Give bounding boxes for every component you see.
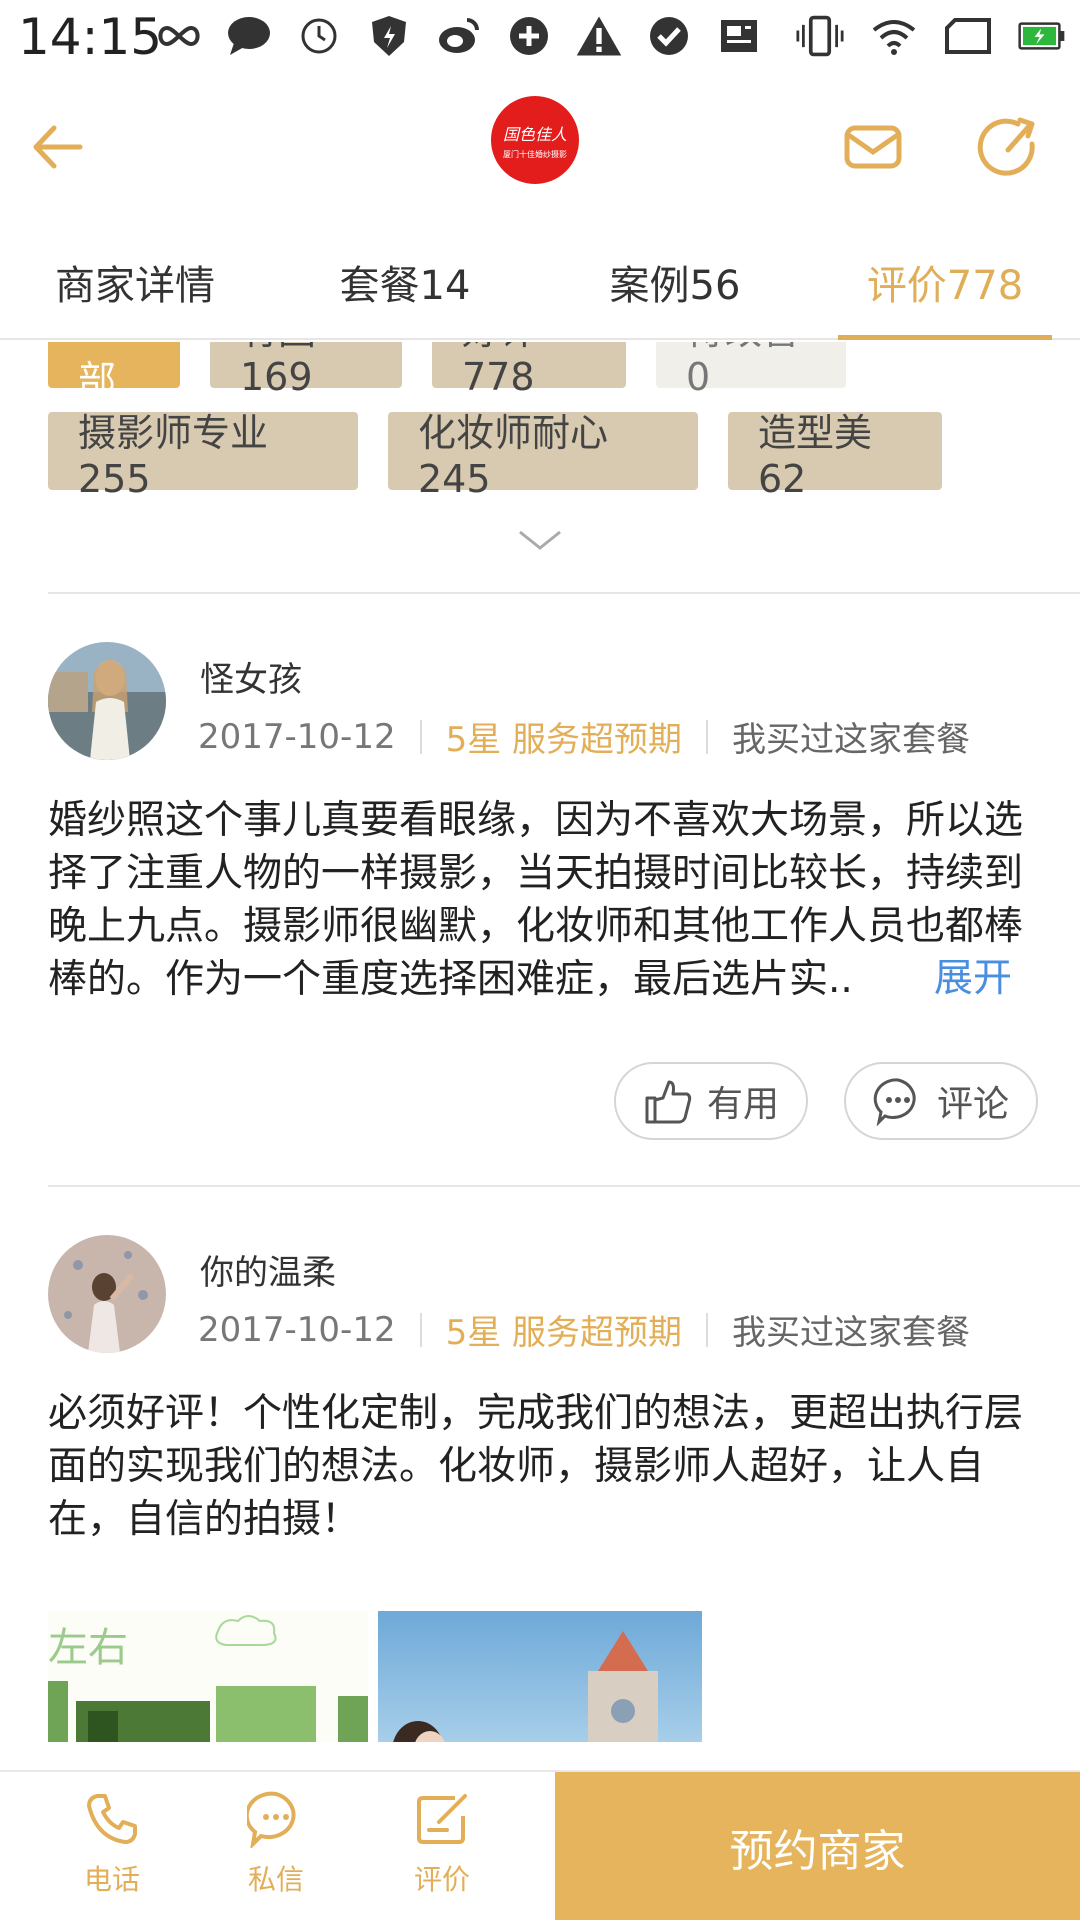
review-username: 怪女孩: [200, 660, 302, 700]
filter-chip-all[interactable]: 全部: [48, 342, 180, 402]
clock-icon: [295, 12, 343, 60]
filter-chip-photographer[interactable]: 摄影师专业255: [48, 411, 358, 501]
separator: [706, 719, 709, 754]
comment-button[interactable]: 评论: [844, 1062, 1038, 1140]
status-bar: 14:15: [0, 0, 1080, 76]
review-text: 必须好评！个性化定制，完成我们的想法，更超出执行层面的实现我们的想法。化妆师，摄…: [48, 1391, 1024, 1542]
share-button[interactable]: [974, 114, 1040, 180]
tab-packages[interactable]: 套餐14: [270, 226, 540, 338]
chat-icon: [247, 1791, 296, 1848]
review-photo[interactable]: [378, 1611, 702, 1742]
expand-review-link[interactable]: 展开: [921, 952, 1012, 1005]
photo-caption: 左右: [48, 1625, 128, 1671]
divider: [48, 592, 1080, 594]
battery-icon: [1018, 12, 1066, 60]
vibrate-icon: [796, 12, 844, 60]
back-arrow-icon: [33, 125, 83, 169]
sync-icon: [505, 12, 553, 60]
sim-card-icon: [944, 12, 992, 60]
chevron-down-icon: [519, 530, 561, 550]
review-meta: 2017-10-12 5星 服务超预期 我买过这家套餐: [198, 1305, 970, 1354]
share-icon: [977, 117, 1035, 176]
tab-merchant-details[interactable]: 商家详情: [0, 226, 270, 338]
bottom-action-bar: 电话 私信 评价 预约商家: [0, 1770, 1080, 1920]
weibo-icon: [435, 12, 483, 60]
comment-icon: [873, 1078, 916, 1126]
phone-icon: [87, 1794, 137, 1844]
divider: [48, 1185, 1080, 1187]
filter-chip-with-photos[interactable]: 有图169: [210, 342, 402, 399]
filter-chip-makeup-artist[interactable]: 化妆师耐心245: [388, 411, 698, 501]
filter-row-2: 摄影师专业255 化妆师耐心245 造型美62: [48, 411, 942, 501]
warning-icon: [575, 12, 623, 60]
phone-label: 电话: [83, 1863, 140, 1896]
infinity-icon: [155, 12, 203, 60]
private-message-label: 私信: [247, 1863, 304, 1896]
phone-button[interactable]: 电话: [52, 1790, 172, 1898]
review-rating: 5星 服务超预期: [445, 1313, 683, 1353]
logo-text: 国色佳人: [502, 124, 567, 144]
notification-icons: [155, 12, 763, 60]
useful-label: 有用: [706, 1084, 779, 1125]
separator: [706, 1312, 709, 1347]
write-review-label: 评价: [413, 1863, 470, 1896]
review-list: 全部 有图169 好评778 待改善0 摄影师专业255 化妆师耐心245 造型…: [0, 342, 1080, 1742]
useful-button[interactable]: 有用: [614, 1062, 808, 1140]
chat-bubble-icon: [225, 12, 273, 60]
filter-chip-needs-improvement[interactable]: 待改善0: [656, 342, 846, 399]
review-text: 婚纱照这个事儿真要看眼缘，因为不喜欢大场景，所以选择了注重人物的一样摄影，当天拍…: [48, 798, 1024, 1002]
filter-chip-positive[interactable]: 好评778: [432, 342, 626, 399]
news-icon: [715, 12, 763, 60]
status-time: 14:15: [18, 8, 163, 66]
review-item: 你的温柔 2017-10-12 5星 服务超预期 我买过这家套餐 必须好评！个性…: [48, 1235, 1038, 1742]
separator: [419, 719, 422, 754]
book-merchant-button[interactable]: 预约商家: [555, 1772, 1080, 1920]
review-date: 2017-10-12: [198, 1309, 396, 1350]
review-purchase-badge: 我买过这家套餐: [732, 720, 971, 760]
avatar[interactable]: [48, 642, 166, 760]
shield-icon: [365, 12, 413, 60]
tab-reviews[interactable]: 评价778: [810, 226, 1080, 340]
edit-icon: [417, 1794, 467, 1844]
separator: [419, 1312, 422, 1347]
write-review-button[interactable]: 评价: [382, 1790, 502, 1898]
logo-subtext: 厦门十佳婚纱摄影: [503, 149, 567, 159]
merchant-logo: 国色佳人 厦门十佳婚纱摄影: [491, 96, 579, 184]
system-icons: [796, 12, 1066, 60]
expand-filters-button[interactable]: [512, 520, 568, 560]
review-username: 你的温柔: [200, 1253, 336, 1293]
review-purchase-badge: 我买过这家套餐: [732, 1313, 971, 1353]
tab-cases[interactable]: 案例56: [540, 226, 810, 338]
review-meta: 2017-10-12 5星 服务超预期 我买过这家套餐: [198, 712, 970, 761]
review-photo[interactable]: 左右: [48, 1611, 368, 1742]
review-item: 怪女孩 2017-10-12 5星 服务超预期 我买过这家套餐 婚纱照这个事儿真…: [48, 642, 1038, 1142]
comment-label: 评论: [936, 1084, 1009, 1125]
tab-bar: 商家详情 套餐14 案例56 评价778: [0, 226, 1080, 340]
wifi-icon: [870, 12, 918, 60]
back-button[interactable]: [28, 116, 90, 178]
review-rating: 5星 服务超预期: [445, 720, 683, 760]
header: 国色佳人 厦门十佳婚纱摄影: [0, 76, 1080, 226]
thumbs-up-icon: [645, 1080, 692, 1124]
filter-row-1: 全部 有图169 好评778 待改善0: [48, 342, 846, 402]
filter-chip-styling[interactable]: 造型美62: [728, 411, 942, 501]
review-date: 2017-10-12: [198, 716, 396, 757]
private-message-button[interactable]: 私信: [216, 1790, 336, 1898]
avatar[interactable]: [48, 1235, 166, 1353]
mail-icon: [844, 125, 902, 169]
message-button[interactable]: [842, 116, 904, 178]
check-circle-icon: [645, 12, 693, 60]
